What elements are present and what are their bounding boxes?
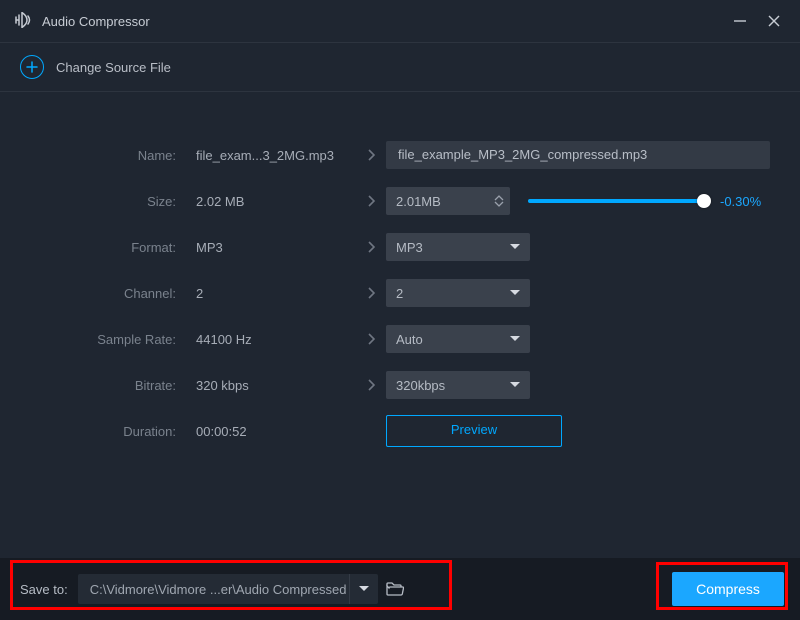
sample-rate-label: Sample Rate: [30,332,196,347]
row-bitrate: Bitrate: 320 kbps 320kbps [30,362,770,408]
name-label: Name: [30,148,196,163]
sample-rate-dropdown[interactable]: Auto [386,325,530,353]
close-button[interactable] [762,9,786,33]
format-value: MP3 [196,240,356,255]
preview-button[interactable]: Preview [386,415,562,447]
chevron-down-icon [510,244,520,250]
chevron-down-icon [510,382,520,388]
change-source-label: Change Source File [56,60,171,75]
channel-label: Channel: [30,286,196,301]
row-name: Name: file_exam...3_2MG.mp3 file_example… [30,132,770,178]
format-dropdown[interactable]: MP3 [386,233,530,261]
size-label: Size: [30,194,196,209]
title-bar: Audio Compressor [0,0,800,42]
size-slider[interactable] [528,199,704,203]
chevron-down-icon [510,336,520,342]
sample-rate-dropdown-value: Auto [396,332,423,347]
row-size: Size: 2.02 MB 2.01MB -0.30% [30,178,770,224]
duration-value: 00:00:52 [196,424,356,439]
chevron-right-icon [356,379,386,391]
stepper-arrows-icon[interactable] [494,187,504,215]
slider-knob[interactable] [697,194,711,208]
app-logo-icon [14,12,32,31]
footer: Save to: C:\Vidmore\Vidmore ...er\Audio … [0,558,800,620]
bitrate-value: 320 kbps [196,378,356,393]
compress-button[interactable]: Compress [672,572,784,606]
chevron-right-icon [356,241,386,253]
chevron-right-icon [356,287,386,299]
output-size-value: 2.01MB [386,194,441,209]
channel-dropdown-value: 2 [396,286,403,301]
format-dropdown-value: MP3 [396,240,423,255]
save-path-value: C:\Vidmore\Vidmore ...er\Audio Compresse… [78,582,349,597]
plus-circle-icon [20,55,44,79]
chevron-down-icon [510,290,520,296]
bitrate-label: Bitrate: [30,378,196,393]
bitrate-dropdown[interactable]: 320kbps [386,371,530,399]
folder-icon [386,582,404,596]
bitrate-dropdown-value: 320kbps [396,378,445,393]
save-to-label: Save to: [20,582,68,597]
sample-rate-value: 44100 Hz [196,332,356,347]
row-format: Format: MP3 MP3 [30,224,770,270]
duration-label: Duration: [30,424,196,439]
chevron-right-icon [356,333,386,345]
size-value: 2.02 MB [196,194,356,209]
name-value: file_exam...3_2MG.mp3 [196,148,356,163]
channel-dropdown[interactable]: 2 [386,279,530,307]
save-path-dropdown[interactable]: C:\Vidmore\Vidmore ...er\Audio Compresse… [78,574,378,604]
form: Name: file_exam...3_2MG.mp3 file_example… [0,92,800,454]
minimize-button[interactable] [728,9,752,33]
app-title: Audio Compressor [42,14,150,29]
chevron-right-icon [356,149,386,161]
format-label: Format: [30,240,196,255]
change-source-button[interactable]: Change Source File [0,42,800,92]
output-name-input[interactable]: file_example_MP3_2MG_compressed.mp3 [386,141,770,169]
open-folder-button[interactable] [384,578,406,600]
channel-value: 2 [196,286,356,301]
chevron-down-icon[interactable] [350,586,378,592]
row-duration: Duration: 00:00:52 Preview [30,408,770,454]
output-size-stepper[interactable]: 2.01MB [386,187,510,215]
row-channel: Channel: 2 2 [30,270,770,316]
row-sample-rate: Sample Rate: 44100 Hz Auto [30,316,770,362]
chevron-right-icon [356,195,386,207]
size-delta-percent: -0.30% [720,194,761,209]
